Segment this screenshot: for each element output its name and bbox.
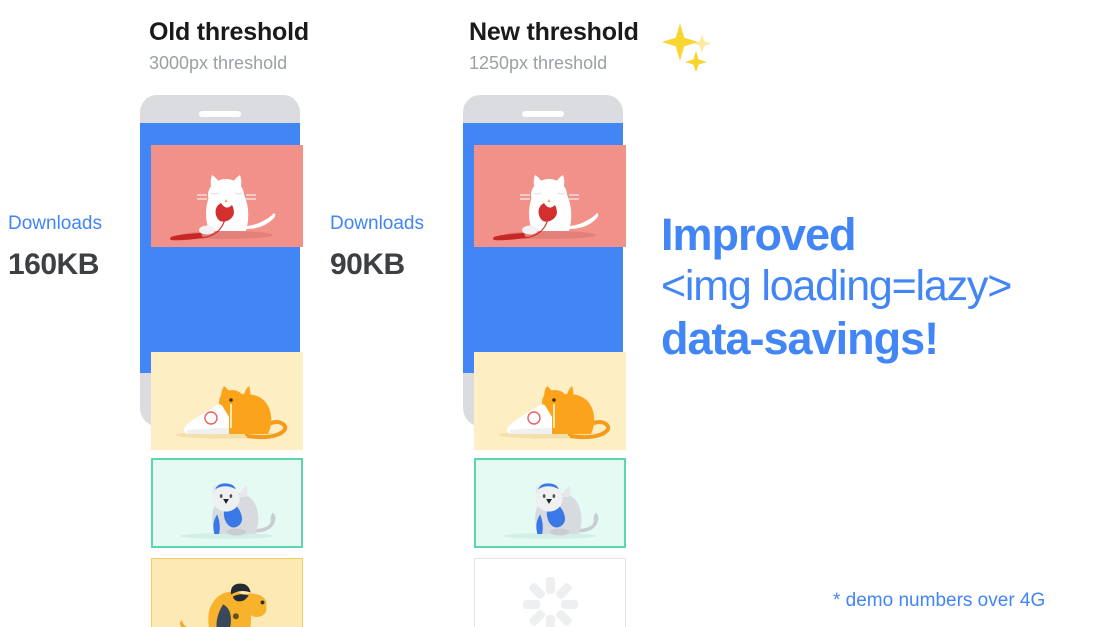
downloads-label: Downloads bbox=[330, 213, 424, 234]
image-card[interactable] bbox=[474, 458, 626, 548]
column-subtitle: 1250px threshold bbox=[469, 52, 608, 73]
white-cat-with-red-yarn-illustration bbox=[170, 175, 276, 241]
phone-speaker bbox=[199, 111, 241, 117]
orange-cat-with-sneaker-illustration bbox=[175, 386, 288, 440]
slide-canvas: Old threshold 3000px threshold New thres… bbox=[0, 0, 1110, 627]
column-heading-old: Old threshold 3000px threshold bbox=[149, 18, 309, 73]
column-title: Old threshold bbox=[149, 18, 309, 46]
promo-line-3: data-savings! bbox=[661, 312, 939, 364]
image-card[interactable] bbox=[474, 352, 626, 450]
image-card[interactable] bbox=[151, 352, 303, 450]
image-card[interactable] bbox=[151, 558, 303, 627]
yellow-dog-with-sunglasses-illustration bbox=[180, 583, 267, 627]
downloads-value: 90KB bbox=[330, 247, 405, 281]
sparkles-icon bbox=[661, 21, 717, 76]
white-cat-with-red-yarn-illustration bbox=[493, 175, 599, 241]
column-title: New threshold bbox=[469, 18, 639, 46]
promo-headline: Improved <img loading=lazy> data-savings… bbox=[661, 208, 1012, 365]
downloads-label: Downloads bbox=[8, 213, 102, 234]
image-card[interactable] bbox=[474, 145, 626, 247]
loading-spinner-icon bbox=[522, 576, 578, 627]
blue-spotted-cat-illustration bbox=[503, 483, 599, 539]
image-card[interactable] bbox=[151, 458, 303, 548]
phone-speaker bbox=[522, 111, 564, 117]
placeholder-card[interactable] bbox=[474, 558, 626, 627]
image-card[interactable] bbox=[151, 145, 303, 247]
promo-line-1: Improved bbox=[661, 209, 857, 260]
blue-spotted-cat-illustration bbox=[180, 483, 276, 539]
column-subtitle: 3000px threshold bbox=[149, 52, 288, 73]
promo-line-2: <img loading=lazy> bbox=[661, 262, 1012, 311]
column-heading-new: New threshold 1250px threshold bbox=[469, 18, 717, 76]
downloads-block-new: Downloads 90KB bbox=[330, 213, 424, 281]
orange-cat-with-sneaker-illustration bbox=[498, 386, 611, 440]
downloads-value: 160KB bbox=[8, 247, 99, 281]
footnote: * demo numbers over 4G bbox=[833, 590, 1046, 611]
downloads-block-old: Downloads 160KB bbox=[8, 213, 102, 281]
